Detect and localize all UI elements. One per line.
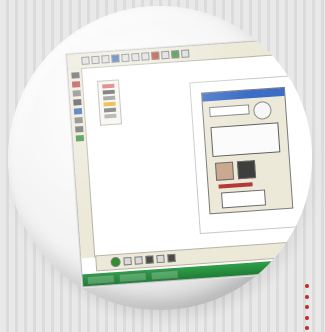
- tool-palette: [96, 79, 123, 126]
- left-toolbar: [68, 67, 96, 259]
- dialog-list[interactable]: [221, 189, 267, 209]
- brush-icon[interactable]: [102, 83, 115, 89]
- logo-icon: [252, 100, 273, 121]
- rect-icon[interactable]: [103, 107, 117, 113]
- open-icon[interactable]: [91, 55, 100, 65]
- pen-icon[interactable]: [102, 89, 115, 95]
- copy-icon[interactable]: [131, 52, 140, 62]
- green-circle-icon[interactable]: [110, 256, 121, 268]
- dot: [305, 315, 309, 320]
- progress-bar: [218, 182, 253, 189]
- dot: [305, 305, 309, 309]
- zoom-icon[interactable]: [171, 50, 180, 59]
- document-page[interactable]: [189, 73, 312, 235]
- globe-frame: [8, 6, 312, 310]
- task-button-3[interactable]: [150, 269, 179, 281]
- arrow-left-icon[interactable]: [123, 256, 132, 266]
- arrow-right-icon[interactable]: [134, 256, 143, 265]
- photo-thumbnail-2[interactable]: [236, 160, 257, 180]
- help-icon[interactable]: [180, 49, 190, 58]
- preview-panel: [210, 122, 281, 158]
- redo-icon[interactable]: [161, 50, 170, 60]
- curve-icon[interactable]: [103, 101, 116, 107]
- grid-icon[interactable]: [167, 253, 176, 263]
- file-icon[interactable]: [81, 56, 90, 65]
- select-icon[interactable]: [70, 72, 80, 79]
- dialog-title-bar: [202, 87, 285, 102]
- layer-icon[interactable]: [145, 255, 154, 264]
- design-dialog: [201, 86, 294, 215]
- task-button-1[interactable]: [86, 273, 116, 285]
- line-icon[interactable]: [103, 95, 116, 101]
- dialog-input[interactable]: [209, 104, 250, 118]
- dot: [305, 284, 309, 288]
- print-icon[interactable]: [111, 54, 120, 63]
- properties-icon[interactable]: [156, 254, 165, 264]
- top-toolbar: [67, 37, 312, 70]
- save-icon[interactable]: [101, 54, 110, 64]
- fill-icon[interactable]: [73, 108, 82, 115]
- shape-icon[interactable]: [72, 90, 81, 97]
- app-screen: [66, 36, 312, 288]
- erase-icon[interactable]: [73, 117, 83, 124]
- color-icon[interactable]: [75, 134, 84, 142]
- pencil-icon[interactable]: [71, 81, 80, 88]
- task-button-2[interactable]: [118, 271, 147, 283]
- paste-icon[interactable]: [141, 52, 150, 61]
- cut-icon[interactable]: [121, 53, 130, 63]
- zoom-icon[interactable]: [74, 126, 83, 133]
- decorative-dots: [305, 284, 311, 330]
- circle-icon[interactable]: [104, 113, 117, 119]
- photo-thumbnail-1[interactable]: [214, 161, 235, 181]
- dot: [305, 326, 309, 330]
- undo-icon[interactable]: [151, 51, 160, 61]
- dot: [305, 294, 309, 299]
- text-icon[interactable]: [72, 99, 82, 106]
